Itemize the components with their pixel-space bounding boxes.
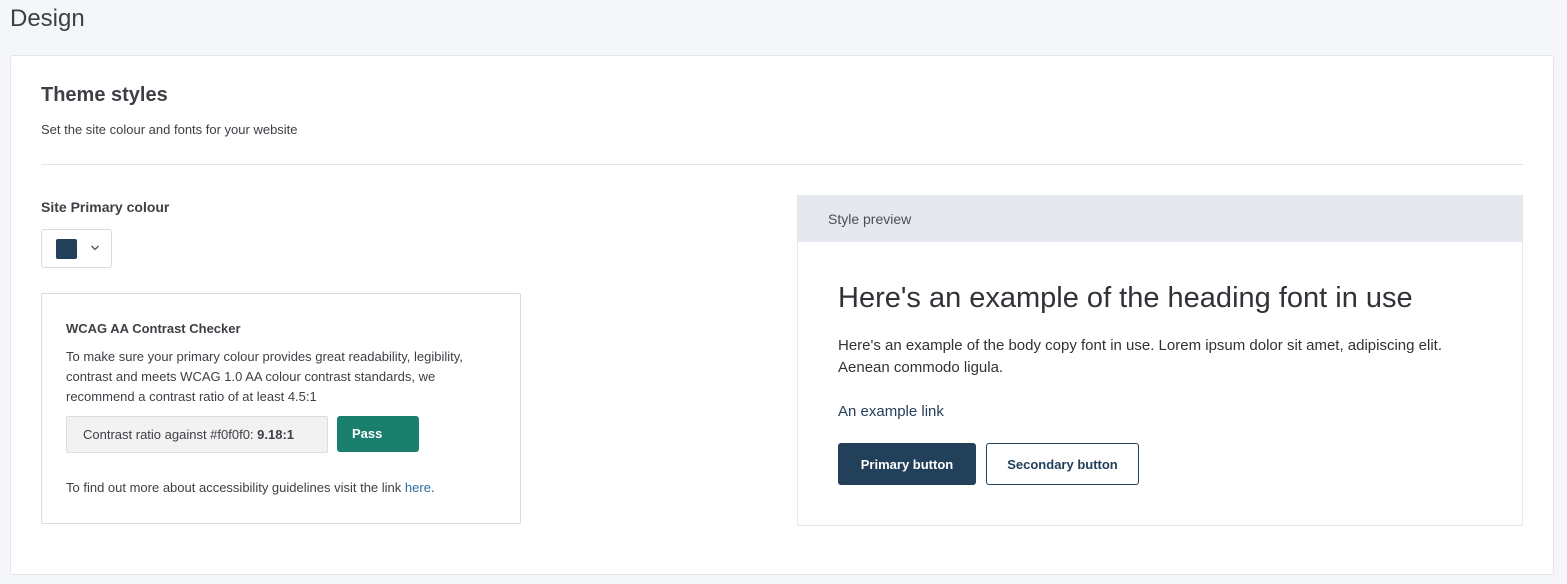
example-link[interactable]: An example link xyxy=(838,403,944,420)
secondary-button[interactable]: Secondary button xyxy=(986,443,1139,485)
colour-swatch xyxy=(56,239,77,259)
section-title: Theme styles xyxy=(41,84,168,106)
primary-colour-picker[interactable] xyxy=(41,229,112,268)
contrast-checker: WCAG AA Contrast Checker To make sure yo… xyxy=(41,293,521,524)
checker-title: WCAG AA Contrast Checker xyxy=(66,321,241,336)
page-title: Design xyxy=(10,5,85,32)
preview-body: Here's an example of the body copy font … xyxy=(838,337,1443,376)
theme-styles-card: Theme styles Set the site colour and fon… xyxy=(10,55,1554,575)
contrast-ratio-label: Contrast ratio against #f0f0f0: xyxy=(83,427,258,442)
primary-button[interactable]: Primary button xyxy=(838,443,976,485)
primary-colour-label: Site Primary colour xyxy=(41,199,170,215)
contrast-ratio-value: 9.18:1 xyxy=(257,427,295,442)
checker-description: To make sure your primary colour provide… xyxy=(66,349,463,404)
checker-footer-end: . xyxy=(430,480,435,495)
preview-heading: Here's an example of the heading font in… xyxy=(838,282,1413,314)
checker-footer: To find out more about accessibility gui… xyxy=(66,480,435,495)
checker-footer-text: To find out more about accessibility gui… xyxy=(66,480,405,495)
style-preview-panel: Style preview Here's an example of the h… xyxy=(797,195,1523,526)
accessibility-guidelines-link[interactable]: here xyxy=(405,480,431,495)
section-subtitle: Set the site colour and fonts for your w… xyxy=(41,122,298,137)
chevron-down-icon xyxy=(90,240,100,260)
contrast-ratio-box: Contrast ratio against #f0f0f0: 9.18:1 xyxy=(66,416,328,453)
style-preview-header: Style preview xyxy=(798,196,1522,242)
pass-status-badge: Pass xyxy=(337,416,419,452)
divider xyxy=(41,164,1523,165)
